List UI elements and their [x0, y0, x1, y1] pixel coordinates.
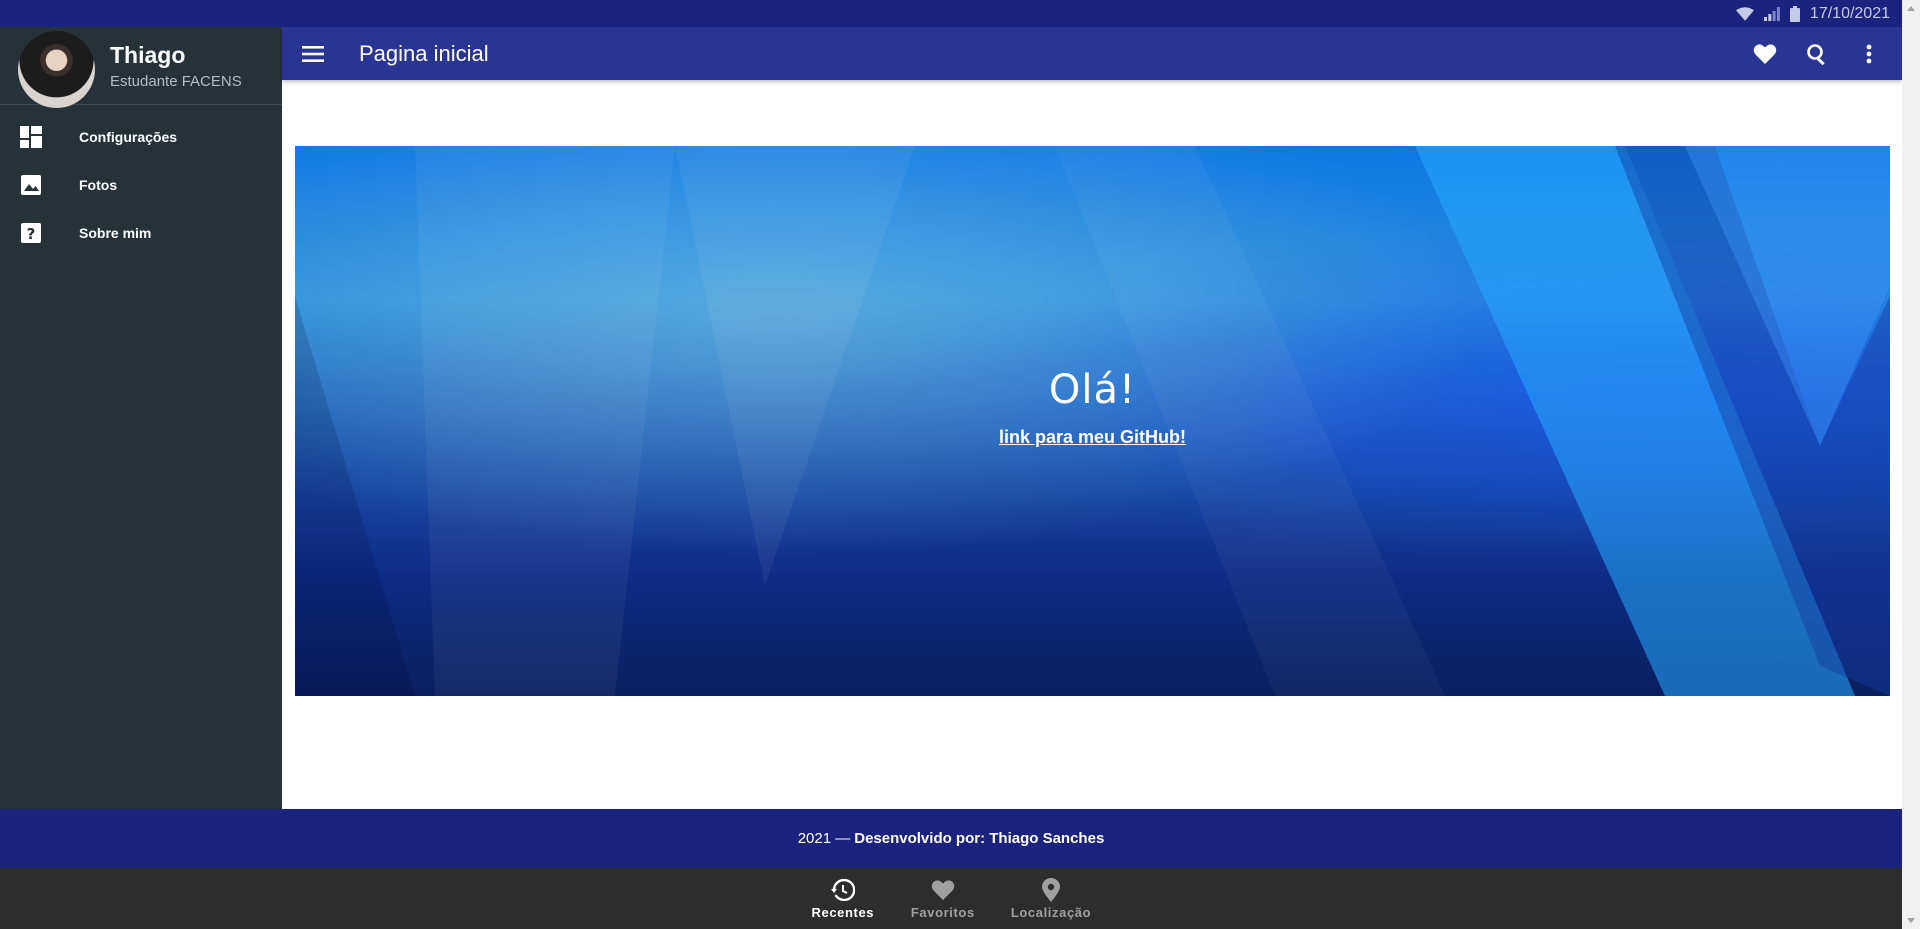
more-vert-icon[interactable]	[1856, 41, 1882, 67]
sidebar: Thiago Estudante FACENS Configurações Fo…	[0, 27, 282, 809]
avatar[interactable]	[18, 31, 95, 108]
bottom-navigation: Recentes Favoritos Localização	[0, 868, 1902, 929]
page-title: Pagina inicial	[359, 40, 489, 66]
search-icon[interactable]	[1804, 41, 1830, 67]
bottom-nav-favoritos[interactable]: Favoritos	[911, 878, 975, 920]
sidebar-item-label: Fotos	[79, 177, 118, 193]
wifi-icon	[1735, 6, 1754, 21]
bottom-nav-label: Favoritos	[910, 904, 975, 920]
battery-icon	[1789, 5, 1800, 22]
help-icon: ?	[20, 222, 42, 244]
footer-developer: Desenvolvido por: Thiago Sanches	[854, 830, 1105, 847]
sidebar-item-configuracoes[interactable]: Configurações	[0, 113, 282, 161]
app-bar-actions	[1752, 41, 1882, 67]
sidebar-item-sobre-mim[interactable]: ? Sobre mim	[0, 209, 282, 257]
status-bar: 17/10/2021	[0, 0, 1902, 27]
app-bar: Pagina inicial	[282, 27, 1902, 80]
profile-header: Thiago Estudante FACENS	[0, 27, 282, 108]
sidebar-nav: Configurações Fotos ? Sobre mim	[0, 113, 282, 257]
status-date: 17/10/2021	[1809, 4, 1890, 22]
image-icon	[20, 174, 42, 196]
hero-title: Olá!	[1048, 366, 1137, 413]
bottom-nav-label: Localização	[1010, 904, 1092, 920]
page-scrollbar[interactable]	[1902, 0, 1920, 929]
bottom-nav-recentes[interactable]: Recentes	[811, 878, 875, 920]
favorite-icon	[931, 878, 955, 902]
footer: 2021 — Desenvolvido por: Thiago Sanches	[0, 809, 1902, 868]
signal-icon	[1763, 6, 1780, 21]
sidebar-item-label: Sobre mim	[79, 225, 152, 241]
sidebar-item-label: Configurações	[79, 129, 178, 145]
svg-text:?: ?	[27, 225, 36, 243]
dashboard-icon	[20, 126, 42, 148]
scroll-down-icon[interactable]	[1907, 918, 1915, 923]
sidebar-item-fotos[interactable]: Fotos	[0, 161, 282, 209]
hero-banner: Olá! link para meu GitHub!	[295, 146, 1890, 696]
footer-year: 2021 —	[797, 830, 851, 847]
profile-subtitle: Estudante FACENS	[110, 72, 242, 90]
bottom-nav-label: Recentes	[811, 904, 875, 920]
profile-name: Thiago	[110, 41, 186, 68]
favorite-icon[interactable]	[1752, 41, 1778, 67]
history-icon	[830, 878, 855, 902]
scroll-up-icon[interactable]	[1907, 6, 1915, 11]
menu-icon[interactable]	[300, 41, 326, 67]
location-icon	[1039, 877, 1063, 902]
github-link[interactable]: link para meu GitHub!	[999, 427, 1186, 448]
bottom-nav-localizacao[interactable]: Localização	[1010, 877, 1092, 920]
